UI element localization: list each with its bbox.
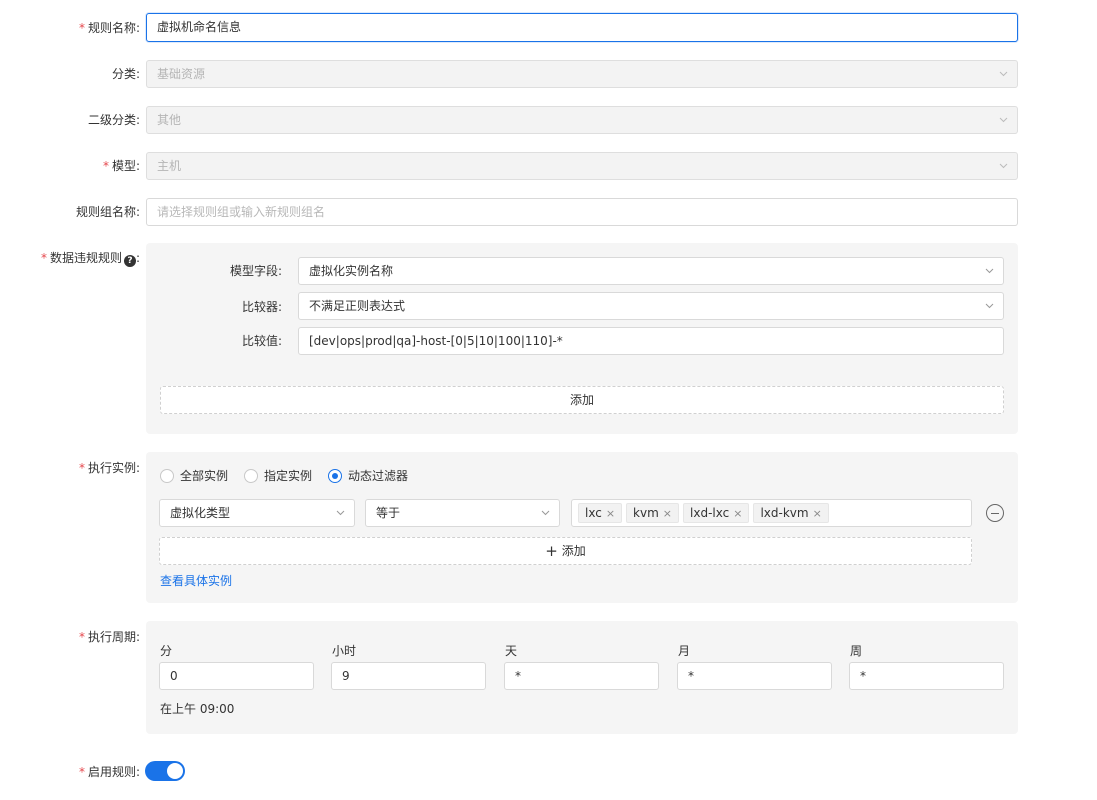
chevron-down-icon [999, 115, 1008, 123]
close-icon[interactable]: × [663, 507, 672, 520]
minute-input[interactable]: 0 [159, 662, 314, 690]
rule-group-input[interactable]: 请选择规则组或输入新规则组名 [146, 198, 1018, 226]
chevron-down-icon [336, 508, 345, 516]
month-label: 月 [678, 644, 691, 658]
week-input[interactable]: * [849, 662, 1004, 690]
execution-panel: 全部实例 指定实例 动态过滤器 虚拟化类型 等于 lxc × kvm × lxd-lxc… [146, 452, 1018, 603]
schedule-panel: 分 0 小时 9 天 * 月 * 周 * 在上午 09:00 [146, 621, 1018, 734]
filter-field-select[interactable]: 虚拟化类型 [159, 499, 355, 527]
hour-input[interactable]: 9 [331, 662, 486, 690]
filter-tag: lxc × [578, 503, 623, 523]
chevron-down-icon [999, 161, 1008, 169]
compare-value-label: 比较值: [241, 334, 282, 348]
help-icon[interactable]: ? [123, 255, 136, 267]
chevron-down-icon [985, 266, 994, 274]
filter-tag: lxd-lxc × [683, 503, 750, 523]
close-icon[interactable]: × [813, 507, 822, 520]
category-label: 分类: [111, 67, 140, 81]
filter-operator-select[interactable]: 等于 [365, 499, 560, 527]
model-label: * 模型: [102, 159, 140, 173]
filter-tag: kvm × [626, 503, 680, 523]
add-filter-button[interactable]: + 添加 [159, 537, 972, 565]
radio-dynamic-filter[interactable]: 动态过滤器 [328, 468, 408, 484]
violation-label: * 数据违规规则?: [40, 251, 140, 267]
violation-panel: 模型字段: 虚拟化实例名称 比较器: 不满足正则表达式 比较值: [dev|op… [146, 243, 1018, 434]
chevron-down-icon [985, 301, 994, 309]
sub-category-label: 二级分类: [87, 113, 140, 127]
chevron-down-icon [541, 508, 550, 516]
minute-label: 分 [160, 644, 173, 658]
radio-icon [244, 469, 258, 483]
chevron-down-icon [999, 69, 1008, 77]
close-icon[interactable]: × [606, 507, 615, 520]
rule-group-label: 规则组名称: [75, 205, 140, 219]
model-select[interactable]: 主机 [146, 152, 1018, 180]
close-icon[interactable]: × [733, 507, 742, 520]
month-input[interactable]: * [677, 662, 832, 690]
radio-all-instances[interactable]: 全部实例 [160, 468, 228, 484]
filter-tag: lxd-kvm × [753, 503, 829, 523]
execution-label: * 执行实例: [78, 461, 140, 475]
radio-icon [160, 469, 174, 483]
radio-selected-icon [328, 469, 342, 483]
rule-name-label: * 规则名称: [78, 21, 140, 35]
compare-value-input[interactable]: [dev|ops|prod|qa]-host-[0|5|10|100|110]-… [298, 327, 1004, 355]
comparator-select[interactable]: 不满足正则表达式 [298, 292, 1004, 320]
week-label: 周 [850, 644, 863, 658]
model-field-select[interactable]: 虚拟化实例名称 [298, 257, 1004, 285]
schedule-summary: 在上午 09:00 [160, 702, 235, 716]
day-label: 天 [505, 644, 518, 658]
model-field-label: 模型字段: [229, 264, 282, 278]
view-instances-link[interactable]: 查看具体实例 [160, 572, 232, 589]
schedule-label: * 执行周期: [78, 630, 140, 644]
comparator-label: 比较器: [241, 300, 282, 314]
filter-value-tags[interactable]: lxc × kvm × lxd-lxc × lxd-kvm × [571, 499, 972, 527]
radio-specified-instances[interactable]: 指定实例 [244, 468, 312, 484]
category-select[interactable]: 基础资源 [146, 60, 1018, 88]
rule-name-input[interactable]: 虚拟机命名信息 [146, 13, 1018, 42]
sub-category-select[interactable]: 其他 [146, 106, 1018, 134]
day-input[interactable]: * [504, 662, 659, 690]
enable-label: * 启用规则: [78, 765, 140, 779]
remove-filter-icon[interactable] [986, 504, 1004, 522]
required-mark: * [78, 21, 85, 35]
add-rule-button[interactable]: 添加 [160, 386, 1004, 414]
hour-label: 小时 [332, 644, 357, 658]
enable-rule-toggle[interactable] [145, 761, 185, 781]
plus-icon: + [545, 542, 558, 560]
